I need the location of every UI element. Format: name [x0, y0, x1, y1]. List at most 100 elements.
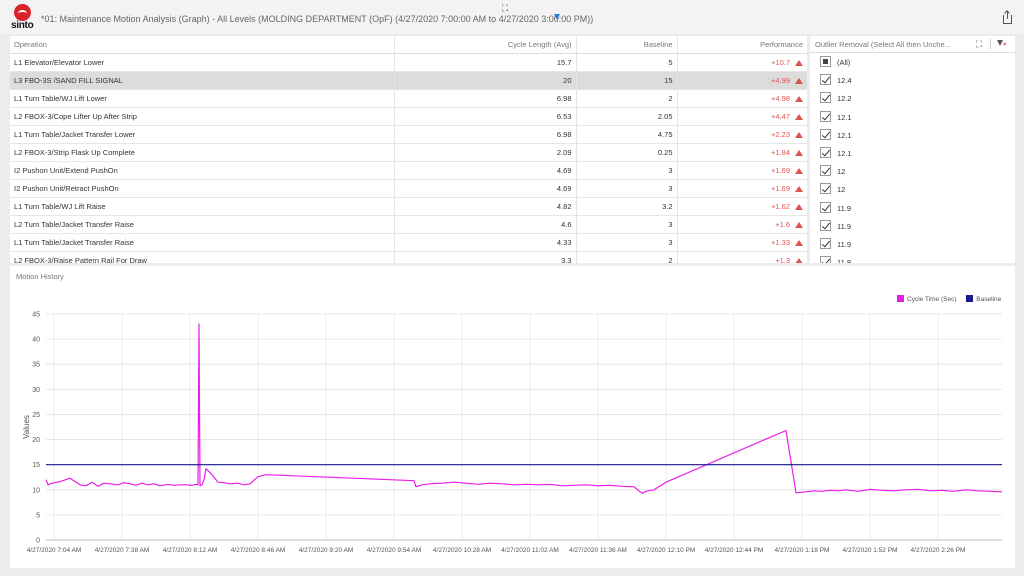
checkbox[interactable] [820, 165, 831, 177]
outlier-value: 12 [837, 167, 846, 177]
cell-cycle-length: 15.7 [394, 53, 577, 72]
cell-operation: L1 Turn Table/WJ Lift Raise [10, 197, 395, 216]
outlier-item[interactable]: 12.1 [810, 108, 1015, 126]
dashboard-header: sinto ⛶ *01: Maintenance Motion Analysis… [0, 0, 1024, 34]
checkbox[interactable] [820, 183, 831, 195]
y-tick-label: 35 [32, 362, 40, 369]
checkbox[interactable] [820, 110, 831, 122]
checkbox[interactable] [820, 128, 831, 140]
outlier-item[interactable]: 12 [810, 180, 1015, 198]
performance-value: +1.69 [771, 165, 790, 175]
outlier-item[interactable]: 12.4 [810, 71, 1015, 89]
cell-performance: +4.99 [677, 71, 807, 90]
table-row[interactable]: L1 Turn Table/WJ Lift Lower 6.98 2 +4.98 [10, 89, 807, 108]
cell-baseline: 4.75 [576, 125, 678, 144]
cell-performance: +1.69 [677, 179, 807, 198]
up-triangle-icon [795, 149, 803, 156]
cell-operation: L1 Turn Table/WJ Lift Lower [10, 89, 395, 108]
table-row[interactable]: I2 Pushon Unit/Extend PushOn 4.69 3 +1.69 [10, 161, 807, 180]
y-axis-label: Values [22, 415, 31, 439]
table-row[interactable]: I2 Pushon Unit/Retract PushOn 4.69 3 +1.69 [10, 179, 807, 198]
table-row[interactable]: L1 Turn Table/Jacket Transfer Lower 6.98 4… [10, 125, 807, 144]
y-tick-label: 10 [32, 487, 40, 494]
x-tick-label: 4/27/2020 9:54 AM [367, 547, 422, 554]
column-header-performance[interactable]: Performance [677, 36, 807, 54]
checkbox[interactable] [820, 201, 831, 213]
table-row[interactable]: L2 FBOX-3/Strip Flask Up Complete 2.09 0.2… [10, 143, 807, 162]
checkbox[interactable] [820, 56, 831, 67]
cell-performance: +4.98 [677, 89, 807, 108]
table-body: L1 Elevator/Elevator Lower 15.7 5 +10.7 L3 F… [10, 53, 807, 263]
y-tick-label: 25 [32, 412, 40, 419]
outlier-value: 12.4 [837, 76, 852, 86]
divider [990, 39, 991, 49]
table-row[interactable]: L1 Elevator/Elevator Lower 15.7 5 +10.7 [10, 53, 807, 72]
outlier-value: 11.9 [837, 239, 852, 249]
checkbox[interactable] [820, 92, 831, 104]
filter-icon[interactable] [554, 14, 560, 20]
cell-cycle-length: 6.98 [394, 125, 577, 144]
expand-icon[interactable]: ⛶ [500, 3, 510, 13]
cell-baseline: 15 [576, 71, 678, 90]
cell-baseline: 3 [576, 215, 678, 234]
up-triangle-icon [795, 239, 803, 246]
sinto-logo: sinto [6, 4, 40, 32]
cell-cycle-length: 4.69 [394, 161, 577, 180]
column-header-operation[interactable]: Operation [10, 36, 395, 54]
performance-value: +4.98 [771, 93, 790, 103]
cell-operation: L3 FBO-3S /SAND FILL SIGNAL [10, 71, 395, 90]
cell-baseline: 2 [576, 89, 678, 108]
clear-x-icon[interactable]: × [1003, 42, 1007, 48]
cell-performance: +4.47 [677, 107, 807, 126]
motion-history-chart: 0 5 10 15 20 25 30 35 40 45 4/27/2020 7:04 AM 4/27/… [22, 312, 1003, 554]
outlier-item[interactable]: (All) [810, 53, 1015, 71]
checkbox[interactable] [820, 74, 831, 86]
column-header-baseline[interactable]: Baseline [576, 36, 678, 54]
cell-baseline: 3 [576, 161, 678, 180]
outlier-item[interactable]: 11.8 [810, 253, 1015, 263]
series-line-cycle-time [45, 323, 1003, 494]
outlier-item[interactable]: 12.1 [810, 144, 1015, 162]
share-icon[interactable] [1003, 11, 1012, 24]
table-row[interactable]: L1 Turn Table/WJ Lift Raise 4.82 3.2 +1.62 [10, 197, 807, 216]
checkbox[interactable] [820, 146, 831, 158]
outlier-value: 11.9 [837, 203, 852, 213]
outlier-value: 12.1 [837, 112, 852, 122]
up-triangle-icon [795, 167, 803, 174]
performance-value: +1.33 [771, 237, 790, 247]
cell-operation: L2 FBOX-3/Cope Lifter Up After Strip [10, 107, 395, 126]
cell-cycle-length: 6.98 [394, 89, 577, 108]
outlier-item[interactable]: 12.2 [810, 89, 1015, 107]
x-tick-label: 4/27/2020 8:12 AM [163, 547, 218, 554]
table-row[interactable]: L2 Turn Table/Jacket Transfer Raise 4.6 3 +… [10, 215, 807, 234]
cell-operation: L2 FBOX-3/Strip Flask Up Complete [10, 143, 395, 162]
cell-cycle-length: 4.6 [394, 215, 577, 234]
outlier-item[interactable]: 11.9 [810, 199, 1015, 217]
y-tick-label: 0 [36, 538, 40, 545]
outlier-item[interactable]: 11.9 [810, 235, 1015, 253]
outlier-item[interactable]: 12 [810, 162, 1015, 180]
column-header-cycle-length[interactable]: Cycle Length (Avg) [394, 36, 577, 54]
y-tick-label: 5 [36, 512, 40, 519]
x-tick-label: 4/27/2020 12:44 PM [705, 547, 764, 554]
checkbox[interactable] [820, 237, 831, 249]
outlier-list: (All) 12.4 12.2 12.1 12.1 12.1 12 12 11.9 11.9 11.… [810, 53, 1015, 263]
cell-cycle-length: 4.82 [394, 197, 577, 216]
cell-performance: +1.33 [677, 233, 807, 252]
checkbox[interactable] [820, 219, 831, 231]
cell-cycle-length: 20 [394, 71, 577, 90]
cell-performance: +2.23 [677, 125, 807, 144]
checkbox[interactable] [820, 256, 831, 263]
expand-icon[interactable]: ⛶ [976, 39, 982, 50]
up-triangle-icon [795, 185, 803, 192]
table-row[interactable]: L3 FBO-3S /SAND FILL SIGNAL 20 15 +4.99 [10, 71, 807, 90]
table-row[interactable]: L2 FBOX-3/Raise Pattern Rail For Draw 3.3… [10, 251, 807, 263]
performance-value: +4.47 [771, 111, 790, 121]
outlier-item[interactable]: 11.9 [810, 217, 1015, 235]
table-row[interactable]: L2 FBOX-3/Cope Lifter Up After Strip 6.53… [10, 107, 807, 126]
y-tick-label: 15 [32, 462, 40, 469]
outlier-item[interactable]: 12.1 [810, 126, 1015, 144]
table-row[interactable]: L1 Turn Table/Jacket Transfer Raise 4.33 3… [10, 233, 807, 252]
cell-operation: L1 Elevator/Elevator Lower [10, 53, 395, 72]
outlier-value: 12.1 [837, 148, 852, 158]
